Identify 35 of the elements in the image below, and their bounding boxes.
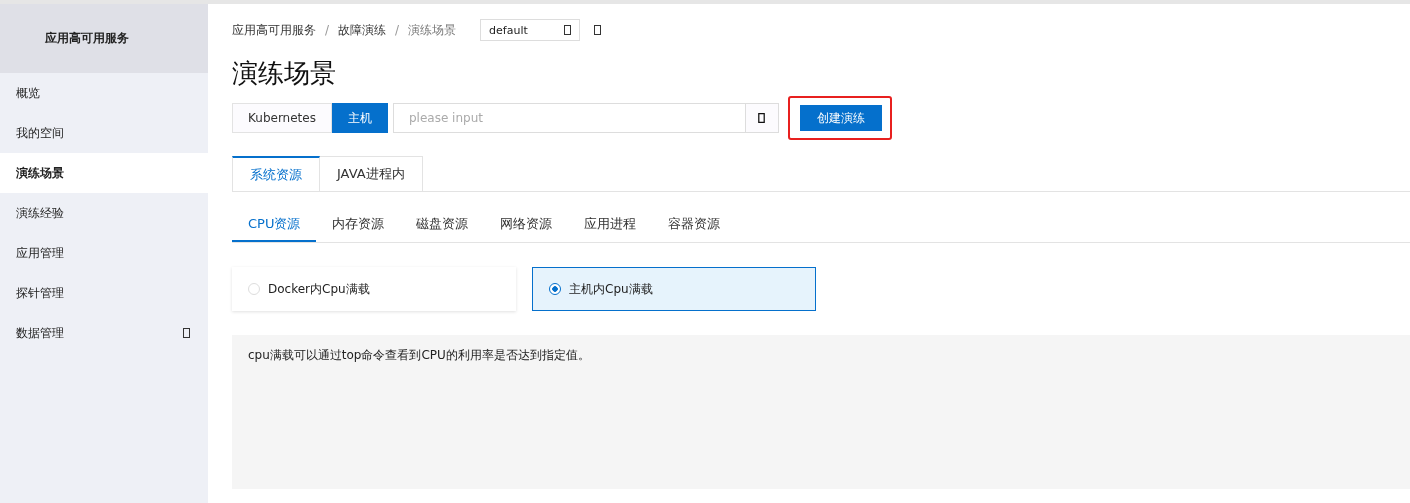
platform-toggle[interactable]: Kubernetes xyxy=(232,103,332,133)
breadcrumb-link[interactable]: 故障演练 xyxy=(338,21,387,39)
create-button[interactable]: 创建演练 xyxy=(799,105,882,131)
sidebar-item[interactable]: 应用管理 xyxy=(0,233,208,273)
breadcrumb-link[interactable]: 应用高可用服务 xyxy=(232,21,316,39)
tab[interactable]: 磁盘资源 xyxy=(400,208,485,242)
tab[interactable]: 内存资源 xyxy=(316,208,401,242)
scenario-option[interactable]: Docker内Cpu满载 xyxy=(232,267,516,311)
radio-button[interactable] xyxy=(549,283,561,295)
breadcrumb-current: 演练场景 xyxy=(408,21,457,39)
platform-toggle[interactable]: 主机 xyxy=(331,103,388,133)
search-button[interactable] xyxy=(744,103,779,133)
square-icon[interactable] xyxy=(594,25,602,35)
sidebar-title: 应用高可用服务 xyxy=(45,30,129,47)
sidebar-item[interactable]: 探针管理 xyxy=(0,273,208,313)
namespace-select[interactable]: default xyxy=(480,19,581,41)
square-icon xyxy=(758,113,766,123)
square-icon xyxy=(564,25,572,35)
breadcrumb-separator: / xyxy=(395,23,400,37)
tab[interactable]: 应用进程 xyxy=(568,208,653,242)
sidebar-item[interactable]: 演练经验 xyxy=(0,193,208,233)
sidebar-item[interactable]: 我的空间 xyxy=(0,113,208,153)
scenario-option[interactable]: 主机内Cpu满载 xyxy=(532,267,816,311)
sidebar-item[interactable]: 概览 xyxy=(0,73,208,113)
sidebar-item[interactable]: 数据管理 xyxy=(0,313,208,353)
tab[interactable]: JAVA进程内 xyxy=(320,156,423,191)
search-field[interactable]: please input xyxy=(392,103,745,133)
tab[interactable]: 网络资源 xyxy=(484,208,569,242)
tab[interactable]: CPU资源 xyxy=(232,208,317,242)
page-title: 演练场景 xyxy=(232,57,337,90)
tab[interactable]: 系统资源 xyxy=(232,156,320,191)
breadcrumb-separator: / xyxy=(325,23,330,37)
tab[interactable]: 容器资源 xyxy=(652,208,737,242)
description-text: cpu满载可以通过top命令查看到CPU的利用率是否达到指定值。 xyxy=(248,347,591,364)
sidebar-item[interactable]: 演练场景 xyxy=(0,153,208,193)
